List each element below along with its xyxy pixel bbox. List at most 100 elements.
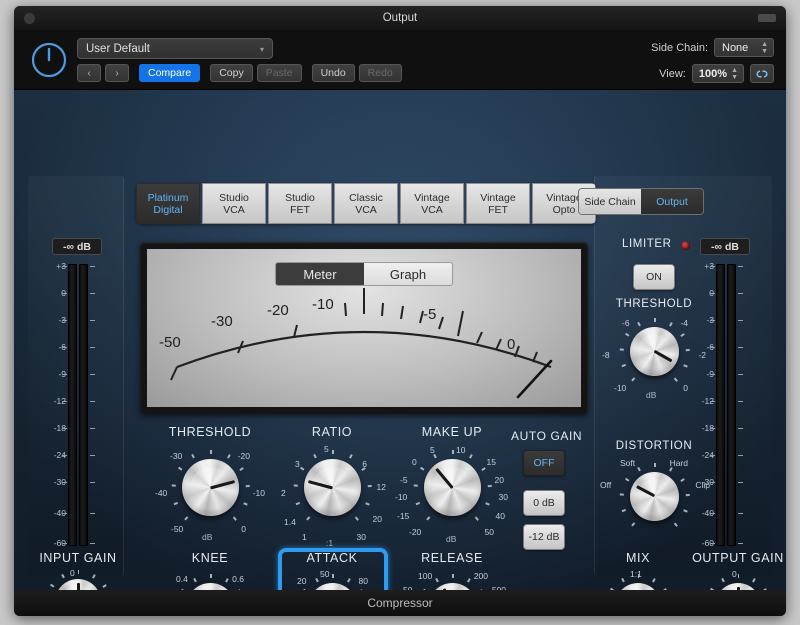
threshold-control: THRESHOLD -30 -20 -40 -10 -50 0 dB [155,425,265,545]
tab-side-chain[interactable]: Side Chain [579,189,641,214]
input-meter: -∞ dB +3 0 -3 -6 -9 -12 -18 -24 -30 -40 … [36,238,118,550]
model-tab-line2: VCA [421,203,443,216]
model-tab-studio-vca[interactable]: Studio VCA [202,183,266,224]
make-up-label: MAKE UP [421,425,483,439]
auto-gain-0db-button[interactable]: 0 dB [523,490,565,516]
knob-tick [191,454,195,459]
plugin-name: Compressor [367,596,433,610]
model-tab-studio-fet[interactable]: Studio FET [268,183,332,224]
vu-label--50: -50 [159,334,181,351]
knob-tick [332,574,334,578]
undo-button[interactable]: Undo [311,64,355,82]
model-tab-line1: Studio [285,191,315,204]
knob-tick [77,570,79,574]
display-mode-meter[interactable]: Meter [276,263,364,285]
knob-tick [751,577,755,582]
display-mode-toggle: Meter Graph [275,262,453,286]
knob-tick [293,484,298,487]
make-up-tick-40: 40 [495,511,505,521]
side-chain-label: Side Chain: [651,41,708,54]
vu-label-0: 0 [507,336,516,353]
window-resize-handle[interactable] [758,14,776,22]
model-tab-vintage-fet[interactable]: Vintage FET [466,183,530,224]
model-tab-line1: Classic [349,191,383,204]
make-up-control: MAKE UP 5 10 0 15 -5 20 -10 30 -15 40 -2… [395,425,508,545]
plugin-footer: Compressor [14,590,786,616]
redo-button[interactable]: Redo [358,64,402,82]
paste-button[interactable]: Paste [256,64,302,82]
model-tab-platinum-digital[interactable]: Platinum Digital [136,183,200,224]
side-chain-row: Side Chain: None ▲ ▼ [651,38,774,57]
make-up-tick-50: 50 [484,527,494,537]
knob-tick [348,454,352,459]
preset-menu[interactable]: User Default ▾ [77,38,273,59]
knob-tick [637,321,641,327]
preset-name: User Default [86,42,150,55]
make-up-tick-10: 10 [456,445,466,455]
vu-label--30: -30 [211,313,233,330]
view-row: View: 100% ▲ ▼ [659,64,774,83]
limiter-on-button[interactable]: ON [633,264,675,290]
knob-tick [313,454,317,459]
knob-tick [621,577,625,582]
knob-tick [306,516,311,521]
side-chain-value: None [722,41,749,54]
plugin-window: Output User Default ▾ ‹ › Compare Copy P… [14,6,786,616]
knob-tick [419,466,424,471]
vu-label--5: -5 [423,306,437,323]
threshold-tick--30: -30 [170,451,183,461]
knee-tick-0-6: 0.6 [232,574,244,584]
threshold-label: THRESHOLD [168,425,252,439]
view-zoom-select[interactable]: 100% ▲ ▼ [691,64,744,83]
view-label: View: [659,67,686,80]
knob-tick [468,454,472,459]
output-meter-bars: +3 0 -3 -6 -9 -12 -18 -24 -30 -40 -60 [694,260,756,550]
side-chain-select[interactable]: None ▲ ▼ [714,38,774,57]
make-up-tick-0: 0 [412,457,417,467]
make-up-tick--15: -15 [397,511,410,521]
auto-gain-minus12db-button[interactable]: -12 dB [523,524,565,550]
link-icon[interactable] [750,64,774,83]
prev-preset-button[interactable]: ‹ [77,64,101,82]
knob-tick [474,516,479,521]
model-tab-vintage-vca[interactable]: Vintage VCA [400,183,464,224]
knob-tick [651,577,655,582]
ratio-tick-5: 5 [324,444,329,454]
knob-tick [637,574,639,578]
auto-gain-label: AUTO GAIN [511,429,583,443]
knob-tick [224,577,229,583]
next-preset-button[interactable]: › [105,64,129,82]
model-tab-line2: VCA [223,203,245,216]
output-meter-bar-left [716,264,725,546]
model-tab-classic-vca[interactable]: Classic VCA [334,183,398,224]
display-mode-graph[interactable]: Graph [364,263,452,285]
knob-tick [49,584,54,588]
knob-tick [415,502,421,505]
compare-button[interactable]: Compare [139,64,201,82]
view-zoom-value: 100% [698,67,727,80]
knob-tick [631,522,636,527]
output-gain-label: OUTPUT GAIN [692,551,784,565]
mix-tick-1-1: 1:1 [630,569,642,579]
knob-tick [737,574,739,578]
auto-gain-off-button[interactable]: OFF [523,450,565,476]
tab-output[interactable]: Output [641,189,703,214]
model-tab-line2: Digital [153,203,183,216]
knob-tick [668,466,673,472]
knob-tick [481,466,486,471]
power-icon[interactable] [30,41,68,79]
knob-tick [243,502,248,505]
plugin-header: User Default ▾ ‹ › Compare Copy Paste Un… [14,30,786,90]
compressor-model-tabs: Platinum Digital Studio VCA Studio FET C… [136,183,596,224]
chevron-updown-icon: ▲ ▼ [731,67,738,81]
model-tab-line2: VCA [355,203,377,216]
model-tab-line2: Opto [552,203,576,216]
model-tab-line1: Vintage [480,191,516,204]
copy-button[interactable]: Copy [210,64,253,82]
window-close-dot[interactable] [24,13,35,24]
knob-tick [637,466,641,472]
header-button-row: ‹ › Compare Copy Paste Undo Redo [77,64,402,82]
knob-tick [361,466,366,471]
knob-tick [315,577,319,583]
distortion-knob[interactable] [630,472,679,521]
